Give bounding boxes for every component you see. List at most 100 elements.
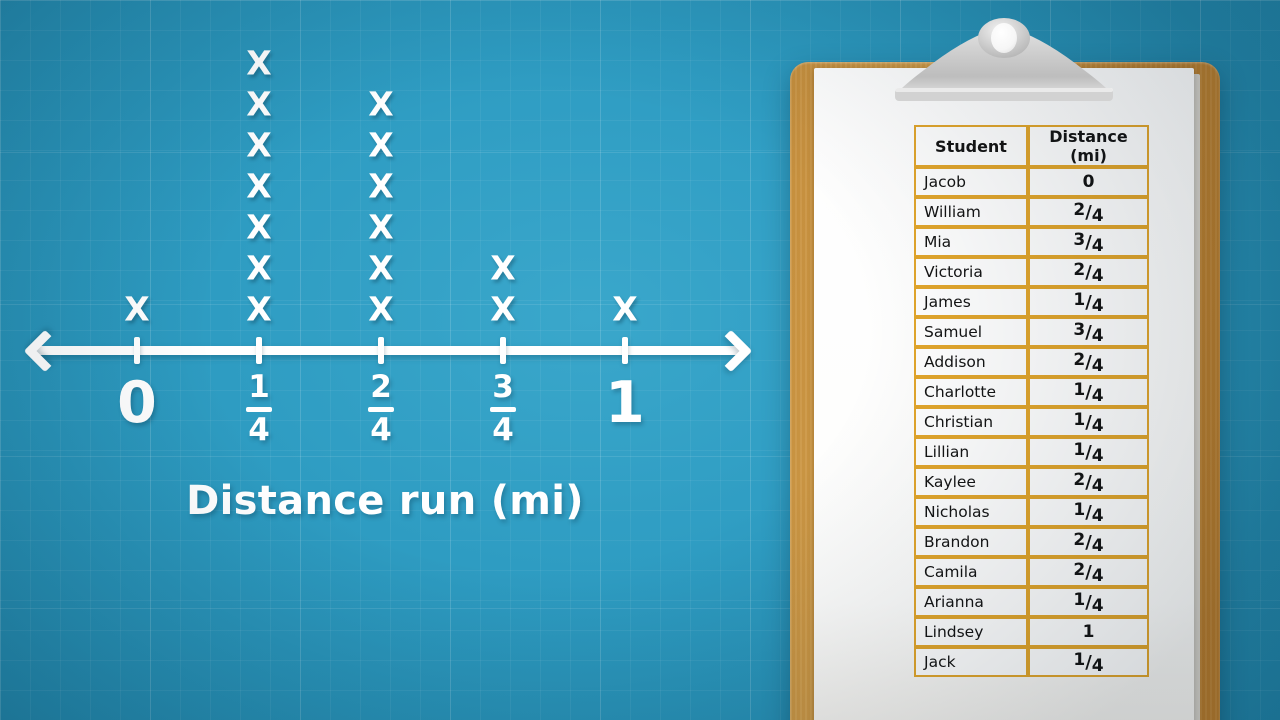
fraction-slash-icon: /: [1085, 501, 1092, 523]
table-cell-distance: 1/4: [1028, 587, 1149, 617]
table-cell-student: Kaylee: [914, 467, 1028, 497]
student-name: Brandon: [924, 533, 990, 551]
fraction-denominator: 4: [1091, 565, 1104, 586]
table-row: Arianna 1/4: [914, 587, 1149, 617]
fraction-numerator: 2: [1073, 349, 1086, 370]
x-mark: X: [246, 84, 272, 124]
table-cell-distance: 3/4: [1028, 317, 1149, 347]
fraction-bar: [490, 406, 516, 412]
student-name: James: [924, 293, 971, 311]
table-row: Lillian 1/4: [914, 437, 1149, 467]
fraction-denominator: 4: [1091, 295, 1104, 316]
table-cell-distance: 2/4: [1028, 557, 1149, 587]
x-mark: X: [368, 248, 394, 288]
axis-tick-label: 0: [117, 372, 157, 434]
distance-fraction: 3/4: [1073, 320, 1104, 346]
student-name: Charlotte: [924, 383, 996, 401]
distance-fraction: 3/4: [1073, 230, 1104, 256]
x-mark: X: [246, 207, 272, 247]
table-cell-student: Samuel: [914, 317, 1028, 347]
table-cell-student: Charlotte: [914, 377, 1028, 407]
x-mark: X: [368, 207, 394, 247]
fraction-numerator: 1: [1073, 649, 1086, 670]
table-cell-student: Camila: [914, 557, 1028, 587]
distance-fraction: 1/4: [1073, 380, 1104, 406]
table-row: Camila 2/4: [914, 557, 1149, 587]
table-header-student-label: Student: [935, 136, 1007, 156]
x-mark: X: [490, 289, 516, 329]
slide-canvas: XXXXXXXXXXXXXXXXX 01424341 Distance run …: [0, 0, 1280, 720]
axis-tick-label: 24: [368, 371, 394, 446]
axis-arrow-right-icon: [709, 329, 753, 373]
x-mark: X: [246, 43, 272, 83]
x-mark: X: [368, 125, 394, 165]
fraction-slash-icon: /: [1085, 471, 1092, 493]
table-cell-distance: 2/4: [1028, 467, 1149, 497]
distance-fraction: 2/4: [1073, 529, 1104, 556]
clipboard-clip-icon: [895, 18, 1113, 101]
fraction-numerator: 1: [1073, 499, 1086, 520]
table-row: William 2/4: [914, 197, 1149, 227]
table-row: Jack 1/4: [914, 647, 1149, 677]
table-cell-student: Brandon: [914, 527, 1028, 557]
table-cell-student: Christian: [914, 407, 1028, 437]
fraction-denominator: 4: [1091, 235, 1104, 256]
fraction-numerator: 2: [1073, 559, 1086, 580]
table-cell-distance: 1/4: [1028, 437, 1149, 467]
distance-fraction: 2/4: [1073, 199, 1103, 226]
table-cell-distance: 1/4: [1028, 287, 1149, 317]
fraction-denominator: 4: [1091, 655, 1104, 676]
x-mark: X: [612, 289, 638, 329]
table-cell-student: Jacob: [914, 167, 1028, 197]
fraction-numerator: 3: [492, 369, 514, 405]
distance-fraction: 2/4: [1073, 349, 1103, 376]
axis-tick-label: 34: [490, 369, 516, 446]
axis-tick: [256, 337, 262, 364]
student-name: Lillian: [924, 443, 970, 461]
table-cell-student: Arianna: [914, 587, 1028, 617]
table-cell-student: Lillian: [914, 437, 1028, 467]
fraction-numerator: 2: [1073, 259, 1086, 280]
table-row: James 1/4: [914, 287, 1149, 317]
fraction-denominator: 4: [1091, 385, 1104, 406]
distance-fraction: 2/4: [1073, 259, 1103, 286]
student-name: Jack: [924, 653, 956, 671]
table-row: Charlotte 1/4: [914, 377, 1149, 407]
fraction-denominator: 4: [1091, 445, 1104, 466]
distance-fraction: 1/4: [1073, 409, 1103, 436]
student-name: Addison: [924, 353, 986, 371]
fraction-denominator: 4: [1091, 595, 1104, 616]
student-name: Lindsey: [924, 623, 984, 641]
fraction: 14: [246, 369, 272, 446]
table-cell-student: Lindsey: [914, 617, 1028, 647]
table-cell-distance: 1/4: [1028, 377, 1149, 407]
axis-tick-label: 1: [605, 372, 645, 434]
whole-number-label: 0: [117, 370, 157, 436]
x-mark: X: [368, 84, 394, 124]
fraction-numerator: 1: [1073, 409, 1086, 430]
distance-fraction: 1/4: [1073, 649, 1104, 676]
student-name: Kaylee: [924, 473, 976, 491]
fraction-denominator: 4: [1091, 535, 1104, 556]
table-row: Mia 3/4: [914, 227, 1149, 257]
table-cell-distance: 2/4: [1028, 347, 1149, 377]
fraction-numerator: 1: [248, 369, 270, 405]
distance-fraction: 1/4: [1073, 589, 1104, 616]
fraction-numerator: 2: [1073, 529, 1086, 550]
table-cell-distance: 1/4: [1028, 497, 1149, 527]
x-mark: X: [246, 248, 272, 288]
table-cell-distance: 1: [1028, 617, 1149, 647]
clipboard-paper: Student Distance (mi) Jacob 0 William 2/4 Mi…: [814, 68, 1194, 720]
table-row: Lindsey 1: [914, 617, 1149, 647]
table-cell-student: Mia: [914, 227, 1028, 257]
fraction: 24: [368, 371, 394, 446]
x-mark: X: [490, 248, 516, 288]
fraction-slash-icon: /: [1085, 411, 1092, 433]
table-cell-distance: 1/4: [1028, 647, 1149, 677]
fraction-numerator: 2: [1073, 199, 1086, 220]
distance-fraction: 1/4: [1073, 499, 1103, 526]
fraction-numerator: 1: [1073, 589, 1086, 610]
fraction-denominator: 4: [1091, 325, 1104, 346]
fraction-slash-icon: /: [1085, 531, 1092, 553]
fraction-slash-icon: /: [1085, 261, 1092, 283]
